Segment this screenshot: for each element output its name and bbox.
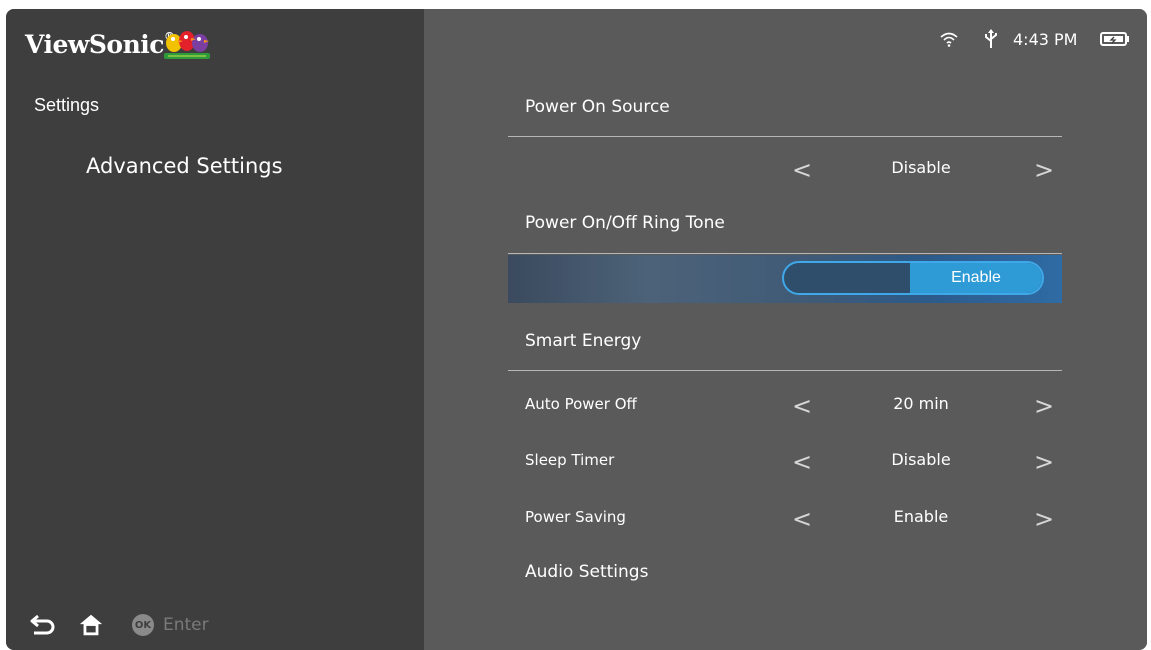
settings-title: Settings [34, 95, 100, 115]
sleep-timer-row[interactable]: Sleep Timer < Disable > [508, 443, 1062, 479]
wifi-icon [940, 27, 958, 51]
chevron-left-icon[interactable]: < [790, 392, 814, 420]
birds-logo-icon [164, 31, 210, 59]
home-icon[interactable] [78, 612, 104, 638]
divider [508, 253, 1062, 254]
chevron-left-icon[interactable]: < [790, 156, 814, 184]
power-saving-value: Enable [893, 507, 949, 526]
power-on-source-header: Power On Source [525, 97, 670, 117]
usb-icon [984, 27, 998, 51]
enter-label: Enter [163, 615, 209, 635]
chevron-right-icon[interactable]: > [1032, 392, 1056, 420]
back-icon[interactable] [30, 612, 56, 638]
status-time: 4:43 PM [1013, 29, 1078, 49]
chevron-left-icon[interactable]: < [790, 448, 814, 476]
ring-tone-toggle[interactable]: Enable [782, 261, 1044, 295]
chevron-left-icon[interactable]: < [790, 505, 814, 533]
ring-tone-toggle-value: Enable [910, 263, 1042, 293]
divider [508, 370, 1062, 371]
bottom-navigation: OK Enter [30, 611, 209, 639]
power-on-source-value: Disable [891, 158, 951, 177]
audio-settings-header[interactable]: Audio Settings [508, 562, 1079, 582]
chevron-right-icon[interactable]: > [1032, 448, 1056, 476]
battery-icon [1100, 27, 1130, 51]
smart-energy-header: Smart Energy [525, 331, 642, 351]
sleep-timer-label: Sleep Timer [525, 451, 615, 469]
auto-power-off-value: 20 min [893, 394, 949, 413]
power-saving-row[interactable]: Power Saving < Enable > [508, 500, 1062, 536]
auto-power-off-row[interactable]: Auto Power Off < 20 min > [508, 387, 1062, 423]
ring-tone-header: Power On/Off Ring Tone [525, 213, 725, 233]
ring-tone-row-highlighted[interactable]: Enable [508, 255, 1062, 303]
ok-icon: OK [132, 614, 154, 636]
power-saving-label: Power Saving [525, 508, 626, 526]
auto-power-off-label: Auto Power Off [525, 395, 637, 413]
brand-logo: ViewSonic® [25, 30, 175, 59]
left-panel: ViewSonic® Settings Advanced Settings [6, 9, 424, 650]
power-on-source-row[interactable]: < Disable > [508, 151, 1062, 187]
chevron-right-icon[interactable]: > [1032, 156, 1056, 184]
menu-item-advanced-settings[interactable]: Advanced Settings [86, 154, 283, 178]
chevron-right-icon[interactable]: > [1032, 505, 1056, 533]
sleep-timer-value: Disable [891, 450, 951, 469]
divider [508, 136, 1062, 137]
